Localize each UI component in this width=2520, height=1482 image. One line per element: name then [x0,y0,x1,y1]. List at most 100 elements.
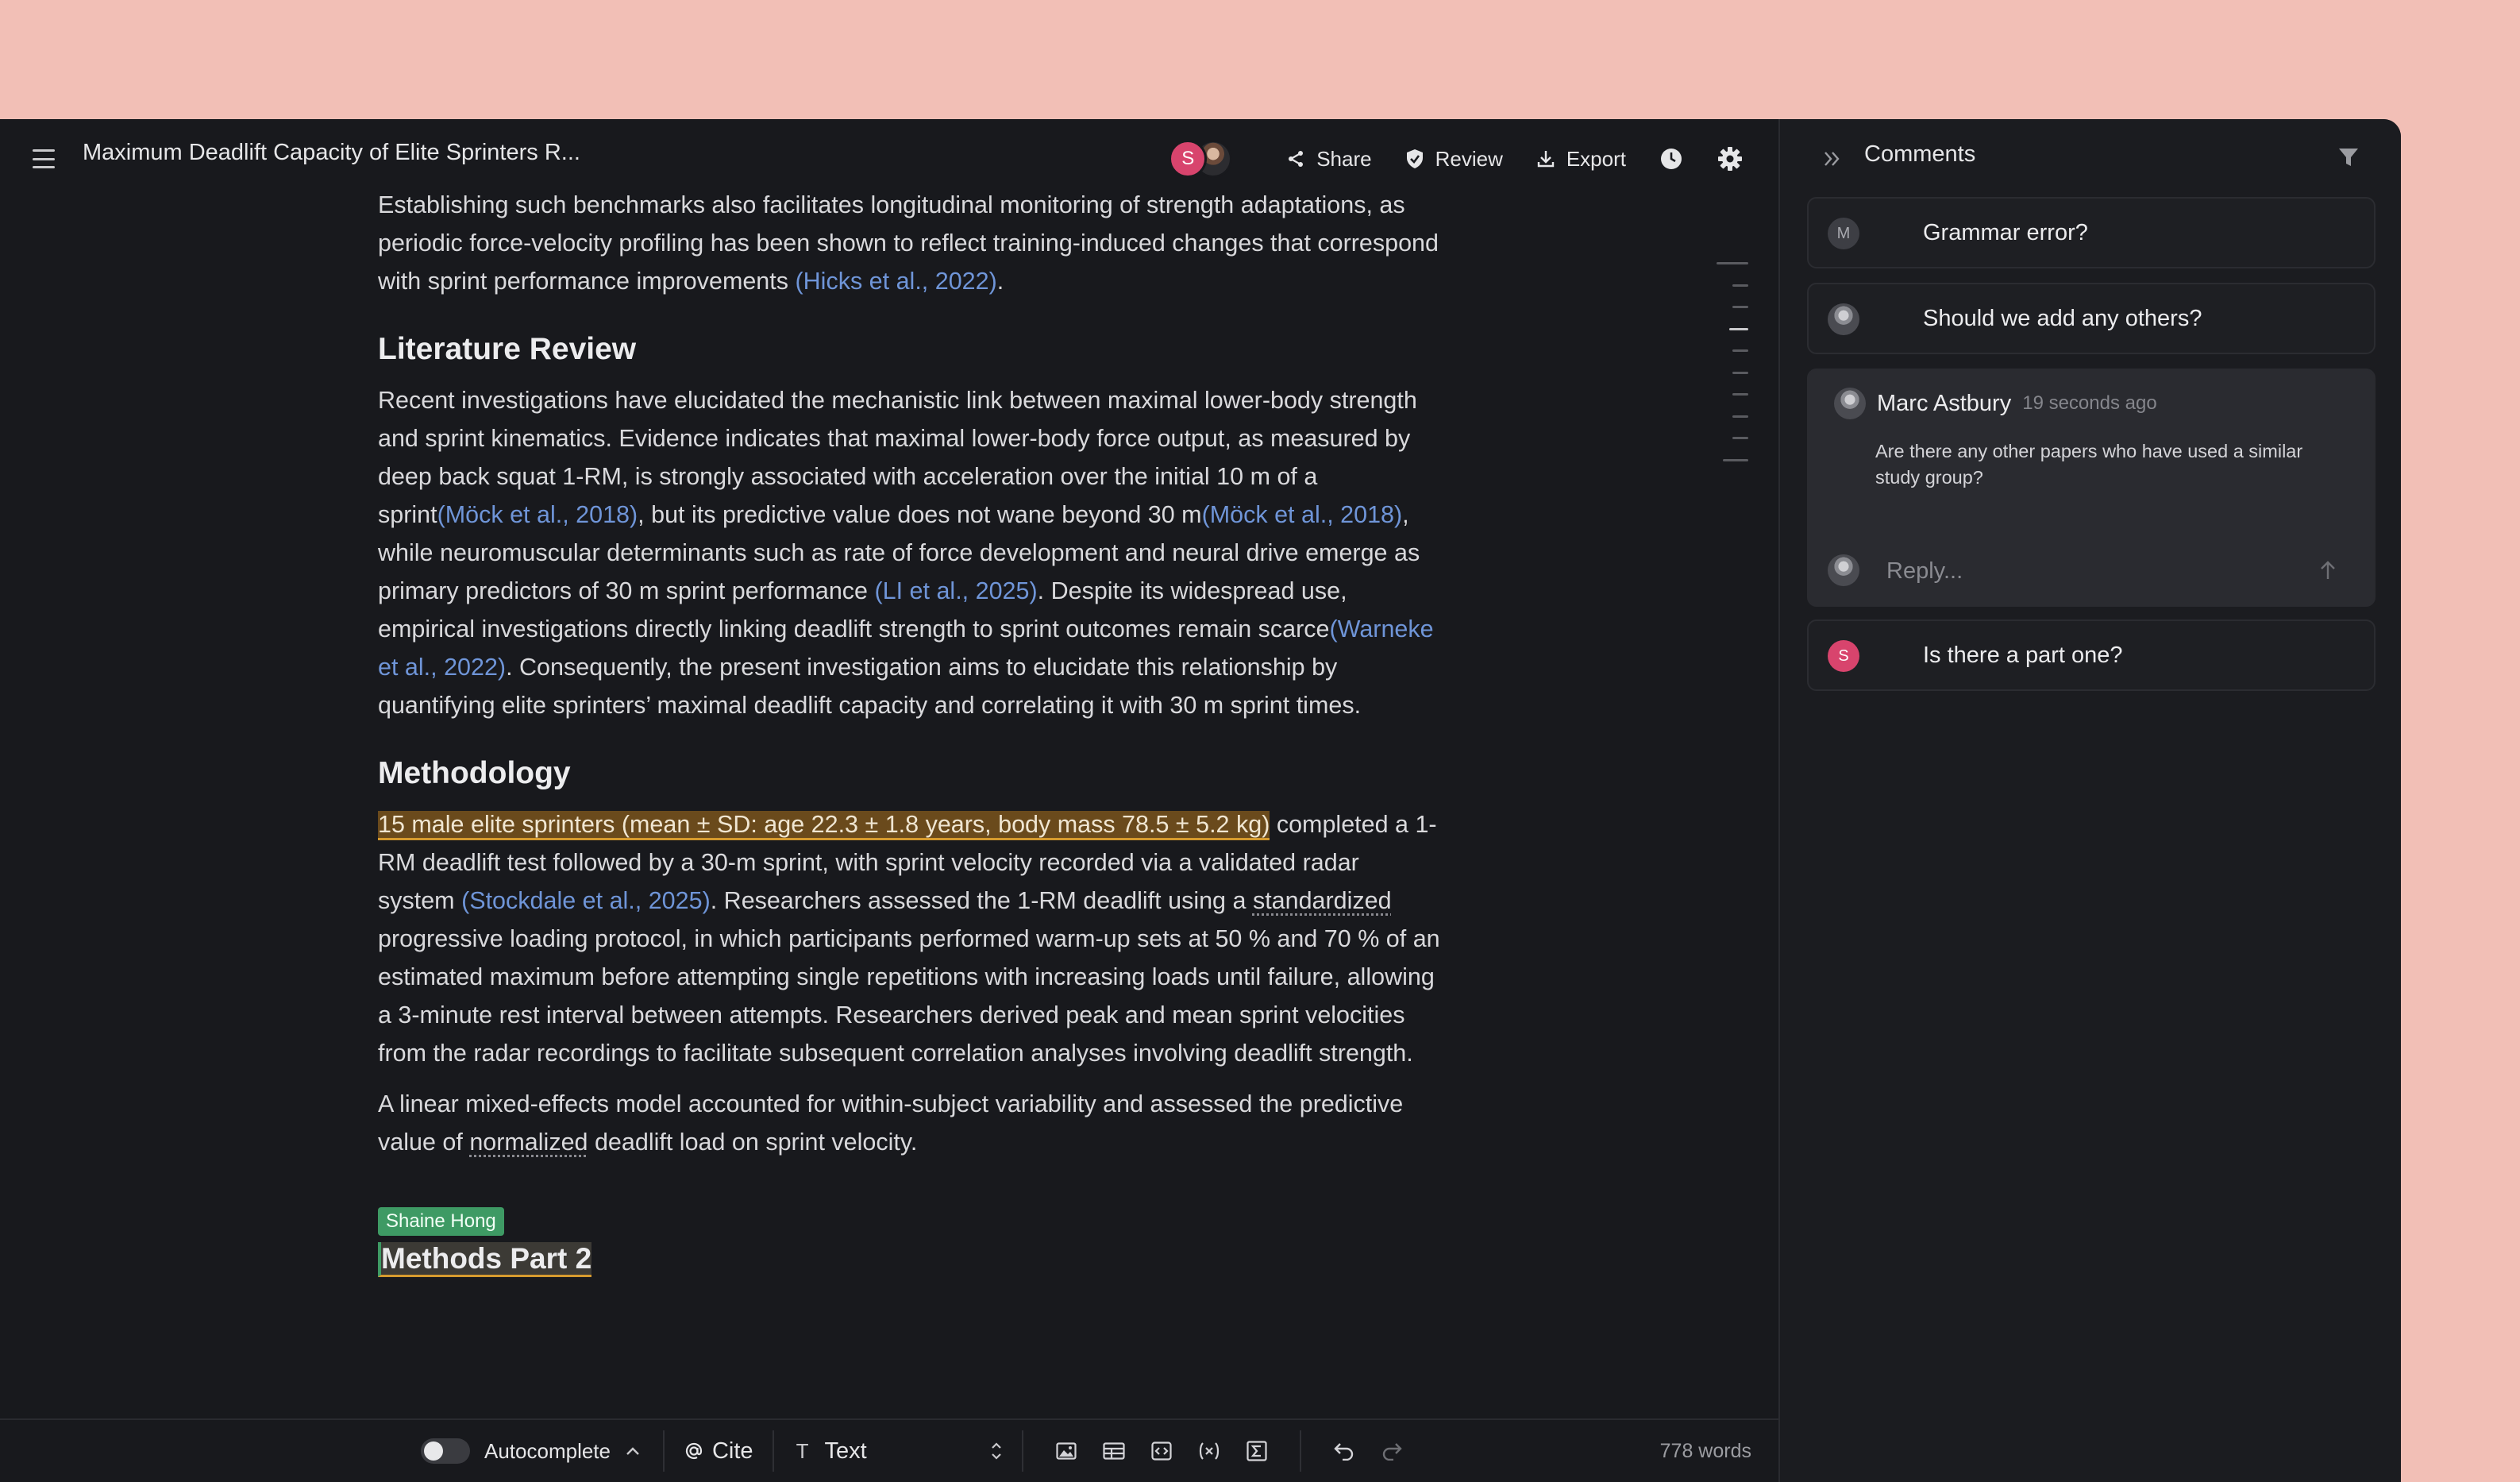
app-window: Maximum Deadlift Capacity of Elite Sprin… [0,119,2401,1482]
table-icon[interactable] [1100,1437,1128,1465]
cite-label: Cite [711,1438,753,1464]
comment-author: Marc Astbury [1877,390,2012,416]
top-actions: S Share Review Export [1169,135,1744,183]
variable-icon[interactable] [1195,1437,1223,1465]
comments-panel: Comments M Grammar error? Should we add … [1778,119,2401,1482]
send-arrow-icon[interactable] [2315,558,2341,583]
citation-link[interactable]: (Stockdale et al., 2025) [461,887,711,914]
outline-item[interactable] [1732,349,1748,352]
reply-input[interactable] [1885,550,2269,592]
paragraph-text: , but its predictive value does not wane… [638,501,1202,528]
literature-review-paragraph[interactable]: Recent investigations have elucidated th… [378,381,1442,724]
paragraph-text: progressive loading protocol, in which p… [378,925,1440,1067]
document-body[interactable]: Establishing such benchmarks also facili… [378,186,1442,1279]
outline-item[interactable] [1732,437,1748,439]
methodology-paragraph-2[interactable]: A linear mixed-effects model accounted f… [378,1085,1442,1161]
comment-text: Is there a part one? [1923,642,2123,668]
comment-card[interactable]: S Is there a part one? [1807,619,2376,691]
comment-text: Should we add any others? [1923,305,2202,331]
autocomplete-label: Autocomplete [484,1438,611,1463]
review-label: Review [1435,146,1503,171]
review-button[interactable]: Review [1404,147,1503,172]
download-icon [1535,148,1557,170]
comment-header: Marc Astbury 19 seconds ago [1834,388,2157,419]
divider [1021,1430,1023,1472]
filter-icon[interactable] [2334,143,2363,172]
paragraph-text: deadlift load on sprint velocity. [588,1129,918,1156]
export-button[interactable]: Export [1535,147,1626,172]
paragraph-text: . Consequently, the present investigatio… [378,654,1362,719]
outline-item[interactable] [1717,262,1748,264]
comment-card[interactable]: M Grammar error? [1807,197,2376,268]
comment-text: Grammar error? [1923,219,2088,245]
editor-pane: Maximum Deadlift Capacity of Elite Sprin… [0,119,1778,1482]
document-outline[interactable] [1713,262,1748,480]
comment-card[interactable]: Should we add any others? [1807,283,2376,354]
comment-timestamp: 19 seconds ago [2022,392,2157,414]
share-button[interactable]: Share [1285,146,1372,172]
comment-thread[interactable]: Marc Astbury 19 seconds ago Are there an… [1807,369,2376,607]
comments-title: Comments [1864,141,1976,167]
undo-icon[interactable] [1330,1437,1358,1465]
intro-paragraph[interactable]: Establishing such benchmarks also facili… [378,186,1442,300]
outline-item[interactable] [1723,458,1748,461]
outline-item[interactable] [1732,284,1748,287]
paragraph-text: . Researchers assessed the 1-RM deadlift… [710,887,1253,914]
chevron-up-down-icon [990,1438,1003,1465]
avatar [1828,303,1859,335]
document-title[interactable]: Maximum Deadlift Capacity of Elite Sprin… [83,140,580,166]
shield-check-icon [1404,148,1426,170]
chevron-up-icon[interactable] [622,1440,644,1462]
divider [662,1430,665,1472]
reply-row [1809,538,2374,602]
share-label: Share [1316,146,1372,171]
formula-icon[interactable] [1243,1437,1271,1465]
avatar [1834,388,1866,419]
outline-item[interactable] [1732,306,1748,308]
collapse-panel-icon[interactable] [1820,146,1845,172]
export-label: Export [1566,146,1626,171]
spelling-suggestion[interactable]: normalized [469,1129,588,1156]
text-style-label: Text [824,1438,867,1464]
text-style-icon: T [796,1438,809,1463]
hamburger-menu-icon[interactable] [29,145,59,173]
code-block-icon[interactable] [1147,1437,1176,1465]
avatar: S [1828,640,1859,672]
section-heading-methods-part-2[interactable]: Methods Part 2 [378,1238,1442,1279]
collaborator-avatars[interactable]: S [1169,138,1235,179]
avatar [1828,554,1859,586]
word-count: 778 words [1659,1439,1751,1462]
at-sign-icon [684,1441,704,1461]
comment-body: Are there any other papers who have used… [1875,441,2303,488]
spelling-suggestion[interactable]: standardized [1253,887,1392,914]
section-heading-methodology[interactable]: Methodology [378,753,1442,794]
heading-text: Methods Part 2 [378,1242,592,1277]
share-icon [1285,148,1307,170]
citation-link[interactable]: (Möck et al., 2018) [1202,501,1403,528]
outline-item[interactable] [1729,327,1748,330]
methodology-paragraph[interactable]: 15 male elite sprinters (mean ± SD: age … [378,805,1442,1072]
bottom-toolbar: Autocomplete Cite T Text 778 words [0,1418,1778,1482]
cite-button[interactable]: Cite [684,1438,753,1465]
section-heading-literature-review[interactable]: Literature Review [378,329,1442,370]
divider [1299,1430,1301,1472]
outline-item[interactable] [1732,415,1748,418]
citation-link[interactable]: (Hicks et al., 2022) [795,268,996,295]
autocomplete-toggle[interactable] [421,1438,470,1464]
divider [772,1430,774,1472]
outline-item[interactable] [1732,371,1748,374]
text-style-select[interactable]: T Text [793,1438,1003,1465]
paragraph-text: . [996,268,1004,295]
toolbar-controls: Autocomplete Cite T Text [421,1420,1416,1482]
comment-highlight[interactable]: 15 male elite sprinters (mean ± SD: age … [378,811,1270,840]
redo-icon[interactable] [1378,1437,1406,1465]
gear-icon[interactable] [1717,145,1744,172]
collaborator-cursor-label: Shaine Hong [378,1207,504,1236]
citation-link[interactable]: (Möck et al., 2018) [437,501,638,528]
avatar: M [1828,218,1859,249]
citation-link[interactable]: (LI et al., 2025) [874,577,1037,604]
outline-item[interactable] [1732,393,1748,396]
image-icon[interactable] [1052,1437,1081,1465]
avatar[interactable]: S [1169,140,1208,178]
clock-icon[interactable] [1658,145,1685,172]
